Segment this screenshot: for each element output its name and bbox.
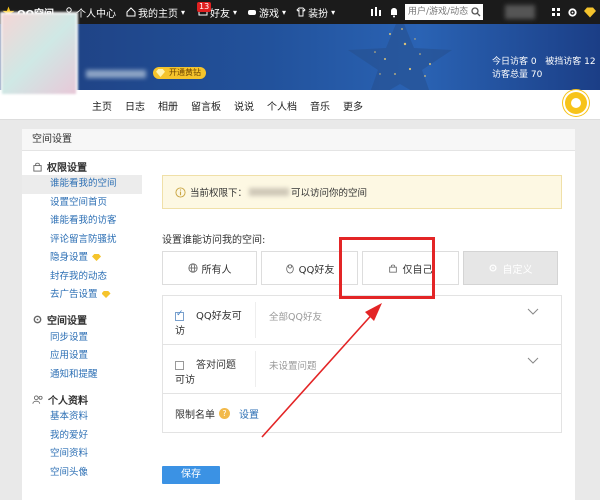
total-visitors-label: 访客总量 bbox=[492, 70, 529, 80]
row-divider bbox=[255, 302, 256, 338]
friend-badge: 13 bbox=[197, 2, 212, 12]
sun-mascot-icon[interactable] bbox=[565, 92, 587, 114]
today-visitors-label: 今日访客 bbox=[492, 57, 529, 67]
grid-icon[interactable] bbox=[551, 7, 561, 17]
people-icon bbox=[32, 394, 43, 404]
rule-label: 答对问题可访 bbox=[175, 360, 236, 386]
sidebar-item-apps[interactable]: 应用设置 bbox=[22, 347, 142, 366]
sidebar-item-remove-ads[interactable]: 去广告设置 bbox=[22, 286, 142, 305]
info-icon bbox=[175, 186, 186, 198]
settings-icon[interactable] bbox=[567, 7, 578, 18]
nav-more[interactable]: 更多 bbox=[343, 98, 363, 113]
nav-home[interactable]: 主页 bbox=[92, 98, 112, 113]
section-heading: 个人资料 bbox=[32, 390, 142, 408]
sidebar-item-space-avatar[interactable]: 空间头像 bbox=[22, 464, 142, 483]
blurred-user-name bbox=[505, 5, 535, 19]
chevron-down-icon[interactable] bbox=[527, 357, 539, 365]
sidebar-item-invisible[interactable]: 隐身设置 bbox=[22, 249, 142, 268]
page-title: 空间设置 bbox=[22, 129, 575, 151]
dressup-link[interactable]: 装扮 ▾ bbox=[291, 0, 340, 24]
restrict-label: 限制名单 ? bbox=[175, 406, 230, 421]
sidebar-item-hobbies[interactable]: 我的爱好 bbox=[22, 427, 142, 446]
row-divider bbox=[255, 351, 256, 387]
sidebar-item-notifications[interactable]: 通知和提醒 bbox=[22, 366, 142, 385]
blocked-visitors-label: 被挡访客 bbox=[545, 57, 582, 67]
nav-shuoshuo[interactable]: 说说 bbox=[234, 98, 254, 113]
profile-section: 个人资料 基本资料 我的爱好 空间资料 空间头像 bbox=[22, 390, 142, 482]
section-heading: 空间设置 bbox=[32, 311, 142, 329]
globe-icon bbox=[187, 263, 198, 273]
diamond-icon[interactable] bbox=[584, 7, 596, 18]
blurred-scope bbox=[249, 188, 290, 196]
diamond-icon bbox=[101, 291, 111, 298]
lock-icon bbox=[33, 162, 42, 172]
space-section: 空间设置 同步设置 应用设置 通知和提醒 bbox=[22, 311, 142, 385]
rule-value: 全部QQ好友 bbox=[269, 312, 322, 323]
chevron-down-icon: ▾ bbox=[282, 7, 287, 17]
shirt-icon bbox=[296, 7, 306, 17]
sidebar-item-archive[interactable]: 封存我的动态 bbox=[22, 268, 142, 287]
rule-row-qq-friends: QQ好友可访 全部QQ好友 bbox=[163, 296, 561, 345]
chevron-down-icon: ▾ bbox=[331, 7, 336, 17]
option-custom[interactable]: 自定义 bbox=[462, 251, 558, 285]
gamepad-icon bbox=[248, 10, 257, 15]
gear-icon bbox=[489, 264, 498, 272]
blurred-nickname bbox=[86, 70, 146, 78]
sidebar-item-who-sees-visitors[interactable]: 谁能看我的访客 bbox=[22, 212, 142, 231]
home-icon bbox=[126, 7, 136, 17]
settings-sidebar: 权限设置 谁能看我的空间 设置空间首页 谁能看我的访客 评论留言防骚扰 隐身设置… bbox=[22, 151, 142, 482]
permission-section: 权限设置 谁能看我的空间 设置空间首页 谁能看我的访客 评论留言防骚扰 隐身设置… bbox=[22, 157, 142, 305]
visitor-stats: 今日访客 0 被挡访客 12 访客总量 70 bbox=[492, 56, 596, 82]
profile-nav: 主页 日志 相册 留言板 说说 个人档 音乐 更多 bbox=[0, 90, 600, 120]
search-icon[interactable] bbox=[471, 7, 481, 17]
permission-notice: 当前权限下： 可以访问你的空间 bbox=[162, 175, 562, 209]
bars-icon[interactable] bbox=[370, 6, 382, 21]
top-bar: QQ空间 个人中心 我的主页 ▾ 好友 ▾ 13 游戏 ▾ 装扮 ▾ 用户/游戏… bbox=[0, 0, 600, 24]
rule-label: QQ好友可访 bbox=[175, 311, 242, 337]
sidebar-item-space-info[interactable]: 空间资料 bbox=[22, 445, 142, 464]
restrict-settings-link[interactable]: 设置 bbox=[239, 406, 259, 421]
profile-banner: 开通黄钻 今日访客 0 被挡访客 12 访客总量 70 bbox=[0, 24, 600, 90]
qq-penguin-icon bbox=[285, 263, 294, 273]
star-decoration-icon bbox=[348, 24, 452, 90]
gear-icon bbox=[33, 315, 42, 324]
chevron-down-icon: ▾ bbox=[181, 7, 186, 17]
chevron-down-icon[interactable] bbox=[527, 308, 539, 316]
sidebar-item-basic-info[interactable]: 基本资料 bbox=[22, 408, 142, 427]
highlight-box bbox=[339, 237, 435, 299]
settings-panel: 空间设置 权限设置 谁能看我的空间 设置空间首页 谁能看我的访客 评论留言防骚扰… bbox=[22, 129, 575, 500]
rule-value: 未设置问题 bbox=[269, 361, 317, 372]
notification-icon[interactable] bbox=[389, 6, 399, 21]
permission-rules: QQ好友可访 全部QQ好友 答对问题可访 未设置问题 限制名单 ? 设置 bbox=[162, 295, 562, 433]
diamond-icon bbox=[92, 254, 102, 261]
avatar[interactable] bbox=[0, 12, 78, 96]
rule-row-question: 答对问题可访 未设置问题 bbox=[163, 345, 561, 394]
nav-profile[interactable]: 个人档 bbox=[267, 98, 297, 113]
total-visitors-count[interactable]: 70 bbox=[531, 70, 542, 80]
rule-row-restrict: 限制名单 ? 设置 bbox=[163, 394, 561, 432]
section-heading: 权限设置 bbox=[32, 157, 142, 175]
nav-blog[interactable]: 日志 bbox=[125, 98, 145, 113]
today-visitors-count[interactable]: 0 bbox=[531, 57, 537, 67]
access-prompt: 设置谁能访问我的空间: bbox=[162, 235, 266, 246]
sidebar-item-who-can-view[interactable]: 谁能看我的空间 bbox=[22, 175, 142, 194]
sidebar-item-sync[interactable]: 同步设置 bbox=[22, 329, 142, 348]
blocked-visitors-count[interactable]: 12 bbox=[584, 57, 595, 67]
sidebar-item-anti-harass[interactable]: 评论留言防骚扰 bbox=[22, 231, 142, 250]
top-right-tools bbox=[551, 0, 596, 24]
open-vip-badge[interactable]: 开通黄钻 bbox=[153, 67, 206, 79]
nav-message-board[interactable]: 留言板 bbox=[191, 98, 221, 113]
sidebar-item-set-home[interactable]: 设置空间首页 bbox=[22, 194, 142, 213]
search-input[interactable]: 用户/游戏/动态 bbox=[405, 4, 483, 20]
save-button[interactable]: 保存 bbox=[162, 466, 220, 484]
diamond-icon bbox=[156, 69, 165, 77]
chevron-down-icon: ▾ bbox=[233, 7, 238, 17]
games-link[interactable]: 游戏 ▾ bbox=[242, 0, 291, 24]
nav-album[interactable]: 相册 bbox=[158, 98, 178, 113]
my-homepage-link[interactable]: 我的主页 ▾ bbox=[121, 0, 190, 24]
help-icon[interactable]: ? bbox=[219, 408, 230, 419]
option-everyone[interactable]: 所有人 bbox=[162, 251, 258, 285]
nav-music[interactable]: 音乐 bbox=[310, 98, 330, 113]
